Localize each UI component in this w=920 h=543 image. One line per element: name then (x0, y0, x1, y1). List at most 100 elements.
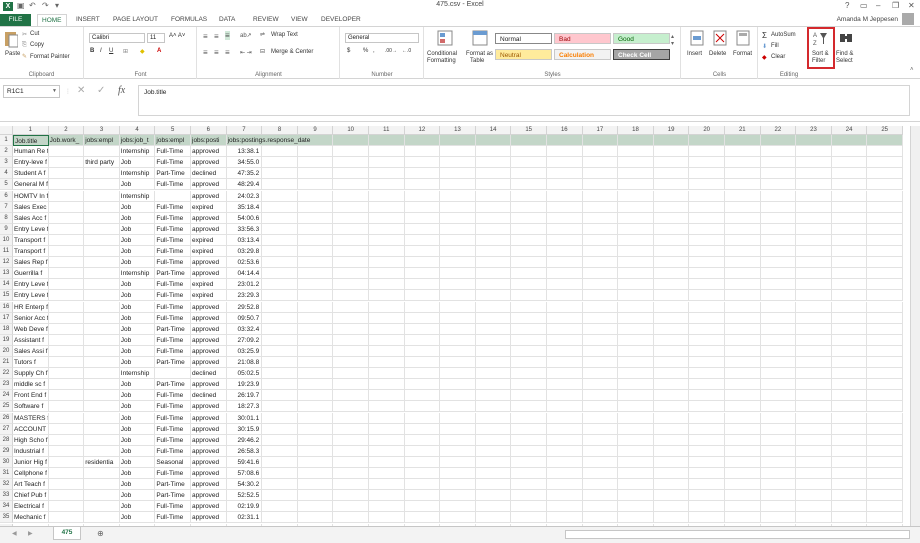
table-cell[interactable] (796, 179, 832, 191)
table-cell[interactable] (547, 323, 583, 335)
table-cell[interactable] (404, 179, 441, 191)
table-cell[interactable] (369, 401, 405, 413)
table-cell[interactable]: Entry Leve f (13, 290, 49, 302)
table-cell[interactable] (831, 412, 868, 424)
column-header[interactable]: 10 (333, 126, 369, 135)
table-cell[interactable] (689, 512, 725, 524)
table-cell[interactable]: Full-Time (155, 301, 191, 313)
table-cell[interactable] (262, 334, 298, 346)
table-cell[interactable]: Part-Time (155, 357, 191, 368)
table-cell[interactable] (404, 401, 441, 413)
table-cell[interactable]: Full-Time (155, 501, 191, 513)
table-cell[interactable] (582, 357, 619, 368)
table-cell[interactable] (511, 212, 547, 224)
table-cell[interactable]: Job (119, 501, 156, 513)
table-cell[interactable] (796, 301, 832, 313)
table-cell[interactable] (155, 190, 191, 202)
table-cell[interactable]: Job (119, 334, 156, 346)
table-cell[interactable] (333, 390, 369, 402)
table-cell[interactable]: residentia (84, 456, 120, 468)
bold-icon[interactable]: B (90, 48, 94, 54)
table-cell[interactable] (297, 357, 334, 368)
table-cell[interactable] (725, 234, 761, 246)
table-cell[interactable] (297, 323, 334, 335)
table-cell[interactable] (582, 201, 619, 213)
table-cell[interactable]: Job (119, 401, 156, 413)
table-cell[interactable] (831, 490, 868, 502)
table-cell[interactable]: 05:02.5 (226, 368, 263, 380)
table-cell[interactable] (582, 456, 619, 468)
table-cell[interactable] (48, 490, 85, 502)
table-cell[interactable]: Job (119, 379, 156, 391)
table-cell[interactable] (689, 323, 725, 335)
table-cell[interactable] (297, 234, 334, 246)
table-cell[interactable]: Job (119, 434, 156, 446)
table-cell[interactable] (618, 157, 654, 169)
table-cell[interactable] (653, 257, 690, 269)
table-cell[interactable]: Full-Time (155, 334, 191, 346)
table-cell[interactable] (582, 445, 619, 457)
table-cell[interactable] (440, 479, 476, 491)
table-cell[interactable] (297, 468, 334, 479)
style-good[interactable]: Good (613, 33, 670, 44)
column-header[interactable]: 1 (13, 126, 49, 135)
table-cell[interactable] (262, 368, 298, 380)
table-cell[interactable] (582, 423, 619, 435)
table-cell[interactable] (84, 390, 120, 402)
table-cell[interactable] (369, 290, 405, 302)
table-cell[interactable] (618, 301, 654, 313)
table-cell[interactable]: Job (119, 490, 156, 502)
table-cell[interactable] (475, 179, 512, 191)
table-cell[interactable] (369, 279, 405, 291)
table-cell[interactable] (547, 345, 583, 357)
table-cell[interactable] (760, 157, 797, 169)
table-cell[interactable] (831, 234, 868, 246)
cut-button[interactable]: Cut (30, 31, 39, 37)
table-cell[interactable]: 03:13.4 (226, 234, 263, 246)
table-cell[interactable]: Part-Time (155, 379, 191, 391)
table-cell[interactable] (760, 257, 797, 269)
table-cell[interactable] (689, 312, 725, 324)
table-cell[interactable] (582, 479, 619, 491)
table-cell[interactable] (831, 268, 868, 280)
table-cell[interactable] (725, 368, 761, 380)
table-cell[interactable]: expired (191, 290, 227, 302)
table-cell[interactable] (511, 412, 547, 424)
table-cell[interactable] (653, 368, 690, 380)
font-name-select[interactable]: Calibri (89, 33, 145, 43)
table-cell[interactable] (653, 468, 690, 479)
table-cell[interactable] (84, 179, 120, 191)
table-cell[interactable] (440, 423, 476, 435)
table-cell[interactable]: approved (191, 479, 227, 491)
table-cell[interactable]: approved (191, 312, 227, 324)
table-cell[interactable] (262, 179, 298, 191)
table-cell[interactable] (84, 201, 120, 213)
table-cell[interactable] (653, 146, 690, 158)
conditional-formatting-icon[interactable] (437, 30, 453, 46)
table-cell[interactable] (404, 412, 441, 424)
table-cell[interactable] (831, 357, 868, 368)
table-cell[interactable] (440, 323, 476, 335)
table-cell[interactable] (369, 301, 405, 313)
table-cell[interactable] (760, 468, 797, 479)
column-header[interactable]: 25 (867, 126, 903, 135)
conditional-formatting-label-2[interactable]: Formatting (427, 58, 456, 64)
table-cell[interactable] (867, 268, 903, 280)
table-cell[interactable] (404, 279, 441, 291)
table-cell[interactable]: Full-Time (155, 201, 191, 213)
table-cell[interactable]: 03:29.8 (226, 246, 263, 257)
table-cell[interactable]: HOMTV In f (13, 190, 49, 202)
table-cell[interactable]: Full-Time (155, 246, 191, 257)
table-cell[interactable] (796, 456, 832, 468)
table-cell[interactable] (618, 290, 654, 302)
table-cell[interactable] (760, 512, 797, 524)
table-cell[interactable] (511, 434, 547, 446)
table-cell[interactable]: Entry Leve f (13, 279, 49, 291)
table-cell[interactable]: Art Teach f (13, 479, 49, 491)
table-cell[interactable] (547, 390, 583, 402)
table-cell[interactable] (725, 135, 761, 146)
top-align-icon[interactable]: ≡ (203, 32, 208, 41)
table-cell[interactable]: 29:46.2 (226, 434, 263, 446)
table-cell[interactable] (867, 234, 903, 246)
grow-font-icon[interactable]: A˄ A˅ (169, 33, 185, 39)
